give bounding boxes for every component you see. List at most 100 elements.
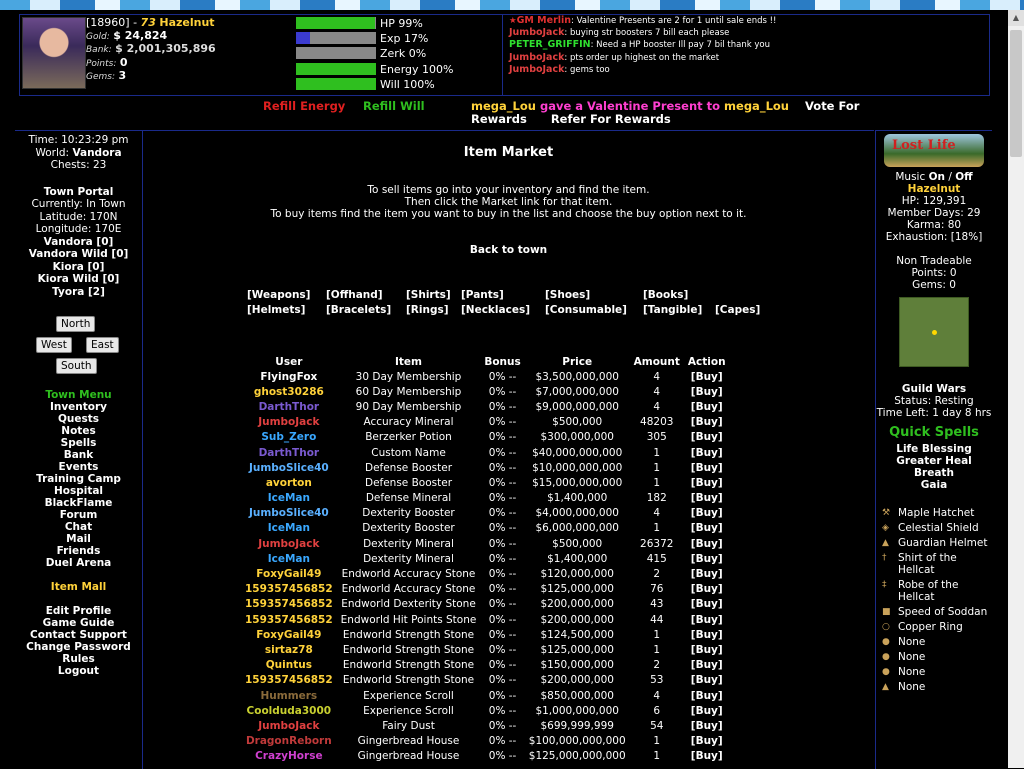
menu-item-quests[interactable]: Quests — [15, 413, 142, 425]
category-link[interactable]: [Bracelets] — [326, 304, 391, 316]
equipment-item[interactable]: ▲ None — [880, 681, 992, 693]
refill-will-link[interactable]: Refill Will — [363, 100, 425, 113]
seller-name[interactable]: 159357456852 — [241, 612, 337, 627]
north-button[interactable]: North — [56, 316, 96, 332]
location-link[interactable]: Vandora Wild [0] — [15, 248, 142, 261]
seller-name[interactable]: Sub_Zero — [241, 430, 337, 445]
category-link[interactable]: [Rings] — [406, 304, 449, 316]
menu-item-friends[interactable]: Friends — [15, 545, 142, 557]
seller-name[interactable]: ghost30286 — [241, 384, 337, 399]
town-portal-link[interactable]: Town Portal — [44, 186, 114, 198]
refill-energy-link[interactable]: Refill Energy — [263, 100, 345, 113]
buy-button[interactable]: [Buy] — [684, 749, 730, 764]
equipment-item[interactable]: ● None — [880, 651, 992, 663]
buy-button[interactable]: [Buy] — [684, 551, 730, 566]
menu-item-training-camp[interactable]: Training Camp — [15, 473, 142, 485]
menu-item-notes[interactable]: Notes — [15, 425, 142, 437]
equipment-item[interactable]: ● None — [880, 636, 992, 648]
seller-name[interactable]: sirtaz78 — [241, 642, 337, 657]
chat-user[interactable]: GM Merlin — [517, 15, 571, 26]
location-link[interactable]: Tyora [2] — [15, 286, 142, 299]
equipment-item[interactable]: † Shirt of the Hellcat — [880, 552, 992, 576]
menu-item-bank[interactable]: Bank — [15, 449, 142, 461]
buy-button[interactable]: [Buy] — [684, 415, 730, 430]
seller-name[interactable]: JumboJack — [241, 718, 337, 733]
west-button[interactable]: West — [36, 337, 72, 353]
buy-button[interactable]: [Buy] — [684, 688, 730, 703]
category-link[interactable]: [Helmets] — [247, 304, 305, 316]
category-link[interactable]: [Pants] — [461, 289, 504, 301]
buy-button[interactable]: [Buy] — [684, 734, 730, 749]
seller-name[interactable]: DarthThor — [241, 399, 337, 414]
buy-button[interactable]: [Buy] — [684, 399, 730, 414]
seller-name[interactable]: Quintus — [241, 658, 337, 673]
equipment-item[interactable]: ● None — [880, 666, 992, 678]
scroll-thumb[interactable] — [1010, 30, 1022, 157]
category-link[interactable]: [Shoes] — [545, 289, 590, 301]
buy-button[interactable]: [Buy] — [684, 718, 730, 733]
category-link[interactable]: [Books] — [643, 289, 688, 301]
seller-name[interactable]: 159357456852 — [241, 597, 337, 612]
back-to-town-link[interactable]: Back to town — [143, 244, 874, 256]
menu-item-events[interactable]: Events — [15, 461, 142, 473]
location-link[interactable]: Kiora Wild [0] — [15, 273, 142, 286]
buy-button[interactable]: [Buy] — [684, 475, 730, 490]
category-link[interactable]: [Capes] — [715, 304, 760, 316]
equipment-item[interactable]: ⚒ Maple Hatchet — [880, 507, 992, 519]
chat-user[interactable]: PETER_GRIFFIN — [509, 39, 591, 50]
menu-item-spells[interactable]: Spells — [15, 437, 142, 449]
news-user[interactable]: mega_Lou — [471, 99, 536, 113]
equipment-item[interactable]: ■ Speed of Soddan — [880, 606, 992, 618]
seller-name[interactable]: FlyingFox — [241, 369, 337, 384]
news-user[interactable]: mega_Lou — [724, 99, 789, 113]
category-link[interactable]: [Consumable] — [545, 304, 627, 316]
seller-name[interactable]: CrazyHorse — [241, 749, 337, 764]
seller-name[interactable]: JumboJack — [241, 415, 337, 430]
category-link[interactable]: [Tangible] — [643, 304, 702, 316]
menu-item-contact-support[interactable]: Contact Support — [15, 629, 142, 641]
buy-button[interactable]: [Buy] — [684, 642, 730, 657]
buy-button[interactable]: [Buy] — [684, 384, 730, 399]
quick-spell[interactable]: Breath — [876, 467, 992, 479]
player-name[interactable]: Hazelnut — [876, 183, 992, 195]
buy-button[interactable]: [Buy] — [684, 369, 730, 384]
category-link[interactable]: [Necklaces] — [461, 304, 530, 316]
quick-spell[interactable]: Gaia — [876, 479, 992, 491]
menu-item-blackflame[interactable]: BlackFlame — [15, 497, 142, 509]
buy-button[interactable]: [Buy] — [684, 612, 730, 627]
refer-link[interactable]: Refer For Rewards — [551, 112, 671, 126]
seller-name[interactable]: 159357456852 — [241, 582, 337, 597]
menu-item-chat[interactable]: Chat — [15, 521, 142, 533]
equipment-item[interactable]: ▲ Guardian Helmet — [880, 537, 992, 549]
world-minimap[interactable] — [899, 297, 969, 367]
menu-item-logout[interactable]: Logout — [15, 665, 142, 677]
quick-spell[interactable]: Greater Heal — [876, 455, 992, 467]
buy-button[interactable]: [Buy] — [684, 430, 730, 445]
page-scrollbar[interactable]: ▲ — [1008, 10, 1024, 768]
seller-name[interactable]: DarthThor — [241, 445, 337, 460]
buy-button[interactable]: [Buy] — [684, 536, 730, 551]
location-link[interactable]: Vandora [0] — [15, 236, 142, 249]
seller-name[interactable]: avorton — [241, 475, 337, 490]
music-on-link[interactable]: On — [929, 171, 945, 183]
category-link[interactable]: [Weapons] — [247, 289, 310, 301]
game-logo[interactable]: Lost Life — [884, 134, 984, 167]
chat-user[interactable]: JumboJack — [509, 52, 564, 63]
seller-name[interactable]: JumboSlice40 — [241, 506, 337, 521]
menu-item-rules[interactable]: Rules — [15, 653, 142, 665]
quick-spell[interactable]: Life Blessing — [876, 443, 992, 455]
seller-name[interactable]: 159357456852 — [241, 673, 337, 688]
seller-name[interactable]: IceMan — [241, 491, 337, 506]
equipment-item[interactable]: ○ Copper Ring — [880, 621, 992, 633]
seller-name[interactable]: DragonReborn — [241, 734, 337, 749]
buy-button[interactable]: [Buy] — [684, 491, 730, 506]
seller-name[interactable]: JumboJack — [241, 536, 337, 551]
south-button[interactable]: South — [56, 358, 97, 374]
location-link[interactable]: Kiora [0] — [15, 261, 142, 274]
player-name[interactable]: Hazelnut — [159, 16, 214, 29]
seller-name[interactable]: IceMan — [241, 551, 337, 566]
seller-name[interactable]: JumboSlice40 — [241, 460, 337, 475]
east-button[interactable]: East — [86, 337, 119, 353]
menu-item-forum[interactable]: Forum — [15, 509, 142, 521]
buy-button[interactable]: [Buy] — [684, 521, 730, 536]
